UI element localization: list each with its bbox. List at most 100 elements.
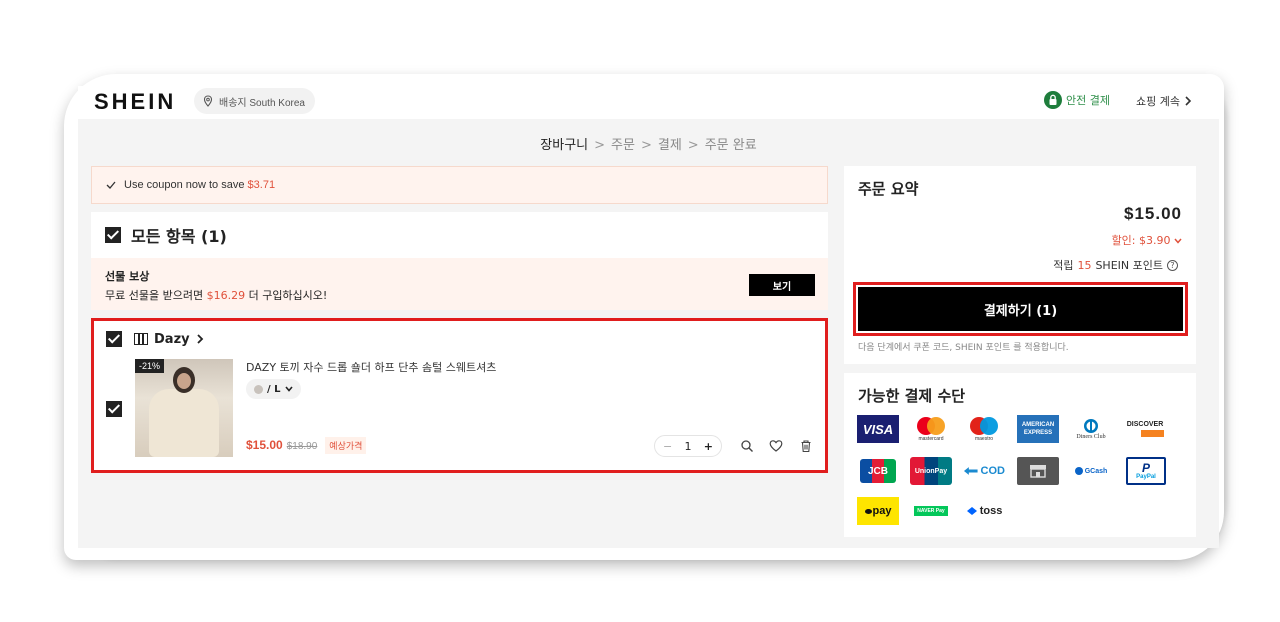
visa-icon: VISA <box>857 415 899 443</box>
shipping-label: 배송지 South Korea <box>219 97 305 109</box>
visa-label: VISA <box>862 421 894 437</box>
points-prefix: 적립 <box>1053 259 1074 272</box>
mastercard-label: mastercard <box>918 436 944 442</box>
checkout-highlight: 결제하기 (1) <box>853 282 1188 336</box>
payment-title: 가능한 결제 수단 <box>858 387 966 405</box>
paypal-label: PayPal <box>1136 474 1156 480</box>
lock-icon <box>1044 91 1062 109</box>
chevron-right-icon <box>1185 96 1192 106</box>
unionpay-label: UnionPay <box>914 467 948 475</box>
coupon-text: Use coupon now to save <box>124 179 245 191</box>
header: SHEIN 배송지 South Korea 안전 결제 쇼핑 계속 <box>78 86 1219 119</box>
safe-payment-label: 안전 결제 <box>1066 94 1110 107</box>
safe-payment[interactable]: 안전 결제 <box>1044 91 1110 109</box>
chevron-down-icon <box>284 386 293 392</box>
breadcrumb-separator: > <box>687 138 699 153</box>
breadcrumb-step-complete: 주문 완료 <box>704 138 757 153</box>
gift-reward-banner: 선물 보상 무료 선물을 받으려면 $16.29 더 구입하십시오! 보기 <box>91 258 828 310</box>
payment-methods: 가능한 결제 수단 VISA mastercard maestro AMERIC… <box>844 373 1196 537</box>
decrease-quantity-button[interactable]: − <box>663 440 672 453</box>
store-checkbox[interactable] <box>106 331 122 347</box>
product-image-face <box>177 373 191 389</box>
all-items-label: 모든 항목 (1) <box>131 227 227 246</box>
help-icon[interactable]: ? <box>1167 259 1178 271</box>
unionpay-icon: UnionPay <box>910 457 952 485</box>
jcb-icon: JCB <box>857 457 899 485</box>
location-pin-icon <box>203 95 213 107</box>
cod-label: COD <box>980 465 1005 477</box>
view-gift-button[interactable]: 보기 <box>749 274 815 296</box>
select-all-row: 모든 항목 (1) <box>91 212 828 258</box>
discount-amount: 할인: $3.90 <box>1111 234 1171 247</box>
continue-shopping-label: 쇼핑 계속 <box>1136 95 1180 108</box>
diners-icon: Diners Club <box>1070 415 1112 443</box>
original-price: $18.90 <box>286 441 318 452</box>
cart-item-group: Dazy -21% DAZY 토끼 자수 드롭 숄더 하프 단추 솜털 스웨트셔… <box>91 318 828 473</box>
shipping-destination[interactable]: 배송지 South Korea <box>194 88 315 114</box>
naverpay-icon: NAVER Pay <box>910 497 952 525</box>
store-payment-icon <box>1017 457 1059 485</box>
gcash-label: GCash <box>1084 467 1108 475</box>
breadcrumb-step-cart: 장바구니 <box>540 138 589 153</box>
breadcrumb-step-payment: 결제 <box>657 138 682 153</box>
item-checkbox[interactable] <box>106 401 122 417</box>
search-similar-icon[interactable] <box>740 439 754 453</box>
variant-selector[interactable]: / L <box>246 379 301 399</box>
store-icon <box>134 333 148 345</box>
color-swatch <box>254 384 263 394</box>
sale-price: $15.00 <box>246 438 283 452</box>
points-value: 15 <box>1077 258 1092 272</box>
increase-quantity-button[interactable]: + <box>704 440 713 453</box>
breadcrumb: 장바구니 > 주문 > 결제 > 주문 완료 <box>78 134 1219 153</box>
kakaopay-icon: pay <box>857 497 899 525</box>
amex-label: AMERICAN EXPRESS <box>1021 422 1055 436</box>
toss-label: toss <box>979 505 1003 517</box>
jcb-label: JCB <box>867 465 888 477</box>
trash-icon[interactable] <box>799 439 813 453</box>
order-summary: 주문 요약 $15.00 할인: $3.90 적립 15 SHEIN 포인트 ?… <box>844 166 1196 364</box>
checkout-button[interactable]: 결제하기 (1) <box>858 287 1183 331</box>
discover-icon: DISCOVER <box>1124 415 1166 443</box>
diners-label: Diners Club <box>1076 434 1106 440</box>
discount-toggle[interactable]: 할인: $3.90 <box>1112 232 1182 248</box>
maestro-icon: maestro <box>963 415 1005 443</box>
heart-icon[interactable] <box>769 439 783 453</box>
coupon-amount: $3.71 <box>247 179 276 191</box>
cart-page: SHEIN 배송지 South Korea 안전 결제 쇼핑 계속 장바구니 > 주… <box>78 86 1219 548</box>
gcash-icon: GCash <box>1070 457 1112 485</box>
amex-icon: AMERICAN EXPRESS <box>1017 415 1059 443</box>
shein-logo[interactable]: SHEIN <box>94 89 176 115</box>
toss-icon: toss <box>963 497 1005 525</box>
paypal-icon: P PayPal <box>1126 457 1166 485</box>
breadcrumb-step-order: 주문 <box>611 138 635 153</box>
summary-title: 주문 요약 <box>858 180 919 198</box>
naverpay-label: NAVER Pay <box>914 506 948 516</box>
breadcrumb-separator: > <box>594 138 606 153</box>
continue-shopping-link[interactable]: 쇼핑 계속 <box>1136 93 1192 109</box>
price-row: $15.00 $18.90 예상가격 <box>246 437 367 454</box>
mastercard-icon: mastercard <box>910 415 952 443</box>
gift-desc-suffix: 더 구입하십시오! <box>248 289 328 302</box>
maestro-label: maestro <box>974 436 994 442</box>
product-image[interactable]: -21% <box>135 359 233 457</box>
gift-title: 선물 보상 <box>105 270 150 283</box>
quantity-value[interactable]: 1 <box>685 440 692 453</box>
product-image-coat <box>149 389 219 457</box>
variant-label: / L <box>267 383 281 395</box>
kakaopay-label: pay <box>872 505 892 517</box>
gift-amount: $16.29 <box>206 289 246 302</box>
select-all-checkbox[interactable] <box>105 227 121 243</box>
breadcrumb-separator: > <box>640 138 652 153</box>
estimated-price-tag: 예상가격 <box>325 437 367 454</box>
cod-icon: COD <box>963 457 1005 485</box>
chevron-right-icon <box>196 334 203 344</box>
quantity-stepper: − 1 + <box>654 435 722 457</box>
order-total: $15.00 <box>1124 204 1182 223</box>
chevron-down-icon <box>1174 238 1182 244</box>
store-name: Dazy <box>154 331 190 347</box>
discover-label: DISCOVER <box>1126 421 1164 428</box>
coupon-banner[interactable]: Use coupon now to save $3.71 <box>91 166 828 204</box>
store-header[interactable]: Dazy <box>106 331 204 347</box>
points-suffix: SHEIN 포인트 <box>1095 259 1163 272</box>
product-title[interactable]: DAZY 토끼 자수 드롭 숄더 하프 단추 솜털 스웨트셔츠 <box>246 359 496 375</box>
